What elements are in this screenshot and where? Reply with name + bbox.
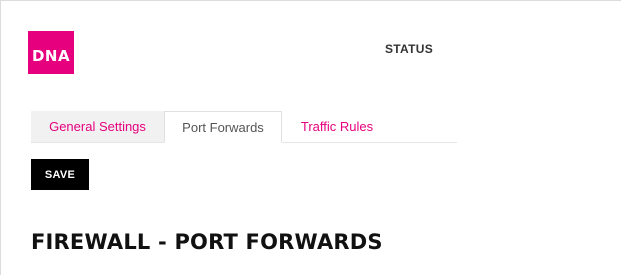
page-title: FIREWALL - PORT FORWARDS: [31, 230, 383, 254]
tab-label: Traffic Rules: [300, 119, 374, 134]
nav-status-link[interactable]: STATUS: [385, 42, 433, 56]
tab-traffic-rules[interactable]: Traffic Rules: [282, 111, 392, 142]
tab-label: General Settings: [49, 119, 146, 134]
save-button[interactable]: SAVE: [31, 159, 89, 190]
tab-label: Port Forwards: [182, 119, 264, 135]
dna-logo[interactable]: DNA: [28, 31, 74, 74]
logo-text: DNA: [31, 47, 71, 65]
tab-bar: General Settings Port Forwards Traffic R…: [31, 111, 457, 143]
tab-general-settings[interactable]: General Settings: [31, 111, 164, 142]
tab-port-forwards[interactable]: Port Forwards: [164, 111, 282, 143]
